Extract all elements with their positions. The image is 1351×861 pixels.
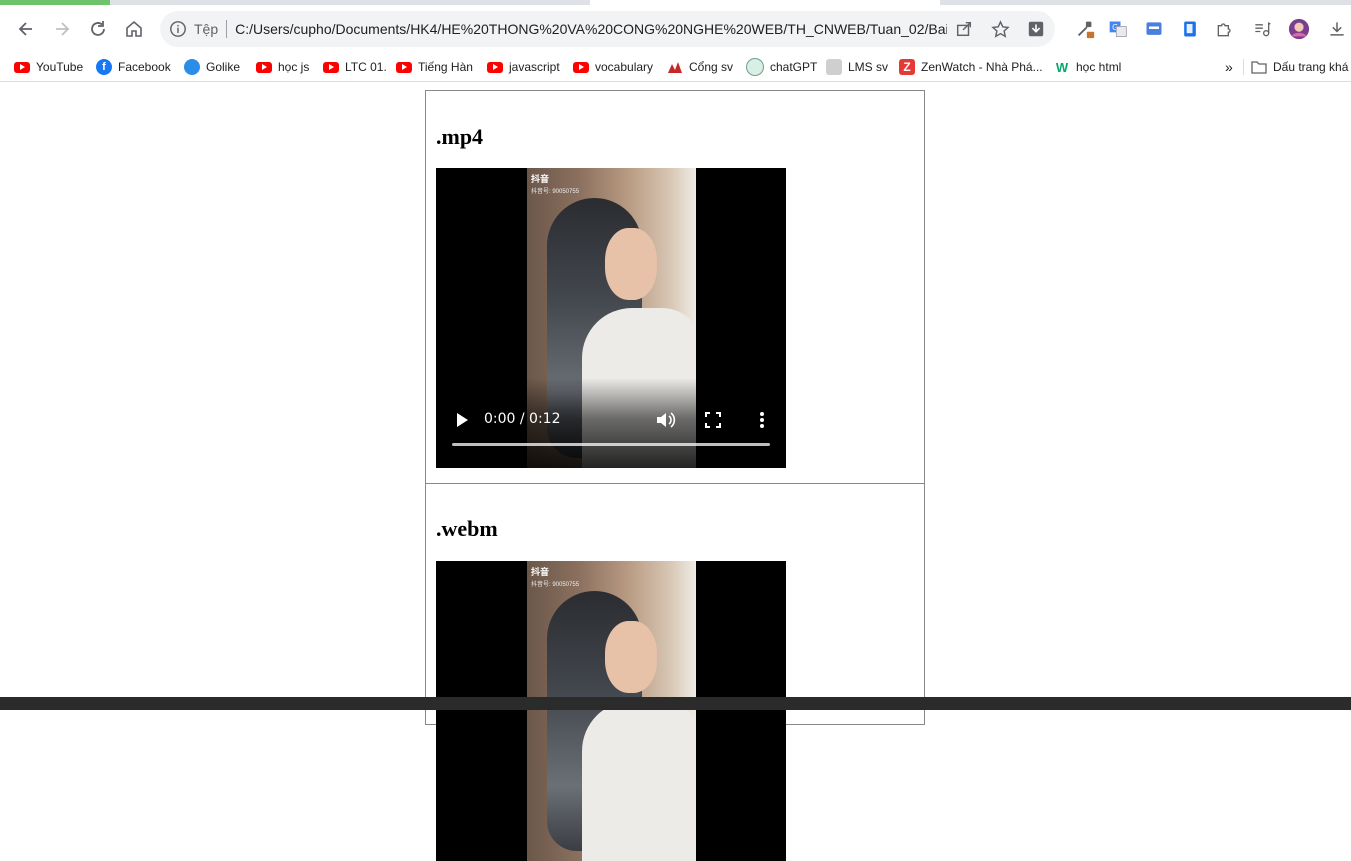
- bookmark-facebook[interactable]: f Facebook: [96, 57, 171, 77]
- bookmark-hoc-js[interactable]: học js: [256, 57, 309, 77]
- bookmark-label: Cổng sv: [689, 60, 734, 74]
- translate-icon[interactable]: G: [1106, 17, 1130, 41]
- bookmark-label: chatGPT: [770, 60, 818, 74]
- ext-doc-icon[interactable]: [1178, 17, 1202, 41]
- bookmark-label: học js: [278, 60, 310, 74]
- back-button[interactable]: [10, 13, 42, 45]
- forward-icon: [56, 22, 70, 36]
- bookmark-zenwatch[interactable]: Z ZenWatch - Nhà Phá...: [899, 57, 1043, 77]
- info-icon[interactable]: [168, 19, 188, 39]
- bookmark-ltc[interactable]: LTC 01.: [323, 57, 387, 77]
- video-cell-webm: .webm 抖音 抖音号: 90050755: [425, 483, 925, 861]
- omnibox-actions: [951, 17, 1049, 41]
- video-time: 0:00 / 0:12: [484, 411, 561, 427]
- bookmark-label: javascript: [509, 60, 560, 74]
- facebook-icon: f: [96, 59, 112, 75]
- youtube-icon: [487, 59, 503, 75]
- bookmark-label: Facebook: [118, 60, 171, 74]
- fullscreen-icon[interactable]: [705, 412, 721, 428]
- video-frame: 抖音 抖音号: 90050755: [527, 561, 696, 861]
- university-icon: [667, 59, 683, 75]
- share-icon[interactable]: [951, 17, 977, 41]
- address-bar[interactable]: Tệp C:/Users/cupho/Documents/HK4/HE%20TH…: [160, 11, 1055, 47]
- home-button[interactable]: [118, 13, 150, 45]
- media-icon[interactable]: [1250, 17, 1274, 41]
- bookmark-label: vocabulary: [595, 60, 654, 74]
- lms-icon: [826, 59, 842, 75]
- bookmark-lms-sv[interactable]: LMS sv: [826, 57, 888, 77]
- volume-icon[interactable]: [656, 411, 676, 429]
- bookmark-label: học html: [1076, 60, 1122, 74]
- bookmark-vocabulary[interactable]: vocabulary: [573, 57, 653, 77]
- ext-screen-icon[interactable]: [1142, 17, 1166, 41]
- tiktok-logo-icon: 抖音: [531, 174, 550, 184]
- tiktok-logo-icon: 抖音: [531, 567, 550, 577]
- video-controls: 0:00 / 0:12: [436, 378, 786, 468]
- watermark-id: 抖音号: 90050755: [531, 189, 580, 195]
- reload-icon: [91, 21, 105, 36]
- bookmark-hoc-html[interactable]: W học html: [1054, 57, 1122, 77]
- eyedropper-icon[interactable]: [1073, 17, 1097, 41]
- section-heading: .mp4: [436, 124, 484, 149]
- bookmarks-bar: YouTube f Facebook Golike học js LTC 01.…: [0, 53, 1351, 82]
- star-icon[interactable]: [987, 17, 1013, 41]
- w3-icon: W: [1055, 59, 1069, 75]
- bookmark-label: Tiếng Hàn: [418, 60, 473, 74]
- os-taskbar: [0, 697, 1351, 710]
- youtube-icon: [323, 59, 339, 75]
- browser-toolbar: Tệp C:/Users/cupho/Documents/HK4/HE%20TH…: [0, 5, 1351, 53]
- youtube-icon: [14, 59, 30, 75]
- zenwatch-icon: Z: [899, 59, 915, 75]
- scheme-label: Tệp: [194, 21, 219, 37]
- puzzle-icon[interactable]: [1213, 17, 1237, 41]
- bookmark-golike[interactable]: Golike: [184, 57, 240, 77]
- watermark-id: 抖音号: 90050755: [531, 582, 580, 588]
- youtube-icon: [256, 59, 272, 75]
- bookmark-label: Dấu trang khá: [1273, 60, 1349, 74]
- url-text[interactable]: C:/Users/cupho/Documents/HK4/HE%20THONG%…: [235, 21, 947, 37]
- back-icon: [18, 22, 32, 36]
- play-icon[interactable]: [454, 412, 470, 428]
- download-icon[interactable]: [1325, 17, 1349, 41]
- bookmarks-divider: [1243, 59, 1244, 75]
- bookmark-tieng-han[interactable]: Tiếng Hàn: [396, 57, 473, 77]
- folder-icon: [1251, 59, 1267, 75]
- download-page-icon[interactable]: [1023, 17, 1049, 41]
- profile-avatar[interactable]: [1287, 17, 1311, 41]
- bookmark-folder-other[interactable]: Dấu trang khá: [1251, 57, 1348, 77]
- reload-button[interactable]: [82, 13, 114, 45]
- bookmark-label: LTC 01.: [345, 60, 387, 74]
- video-player[interactable]: 抖音 抖音号: 90050755 0:00 / 0:12: [436, 168, 786, 468]
- video-player[interactable]: 抖音 抖音号: 90050755: [436, 561, 786, 861]
- bookmark-label: YouTube: [36, 60, 84, 74]
- omnibox-divider: [226, 20, 228, 38]
- video-progress-bar[interactable]: [452, 443, 770, 446]
- bookmark-youtube[interactable]: YouTube: [14, 57, 83, 77]
- bookmark-cong-sv[interactable]: Cổng sv: [667, 57, 733, 77]
- bookmark-label: ZenWatch - Nhà Phá...: [921, 60, 1043, 74]
- golike-icon: [184, 59, 200, 75]
- section-heading: .webm: [436, 516, 498, 541]
- video-cell-mp4: .mp4 抖音 抖音号: 90050755 0:00 / 0:12: [425, 90, 925, 484]
- bookmark-javascript[interactable]: javascript: [487, 57, 560, 77]
- bookmark-label: Golike: [206, 60, 241, 74]
- bookmark-chatgpt[interactable]: chatGPT: [746, 57, 817, 77]
- forward-button[interactable]: [46, 13, 78, 45]
- youtube-icon: [573, 59, 589, 75]
- chatgpt-icon: [746, 58, 764, 76]
- more-options-icon[interactable]: [754, 410, 770, 430]
- bookmarks-overflow-button[interactable]: »: [1225, 57, 1233, 77]
- home-icon: [126, 20, 142, 37]
- youtube-icon: [396, 59, 412, 75]
- bookmark-label: LMS sv: [848, 60, 889, 74]
